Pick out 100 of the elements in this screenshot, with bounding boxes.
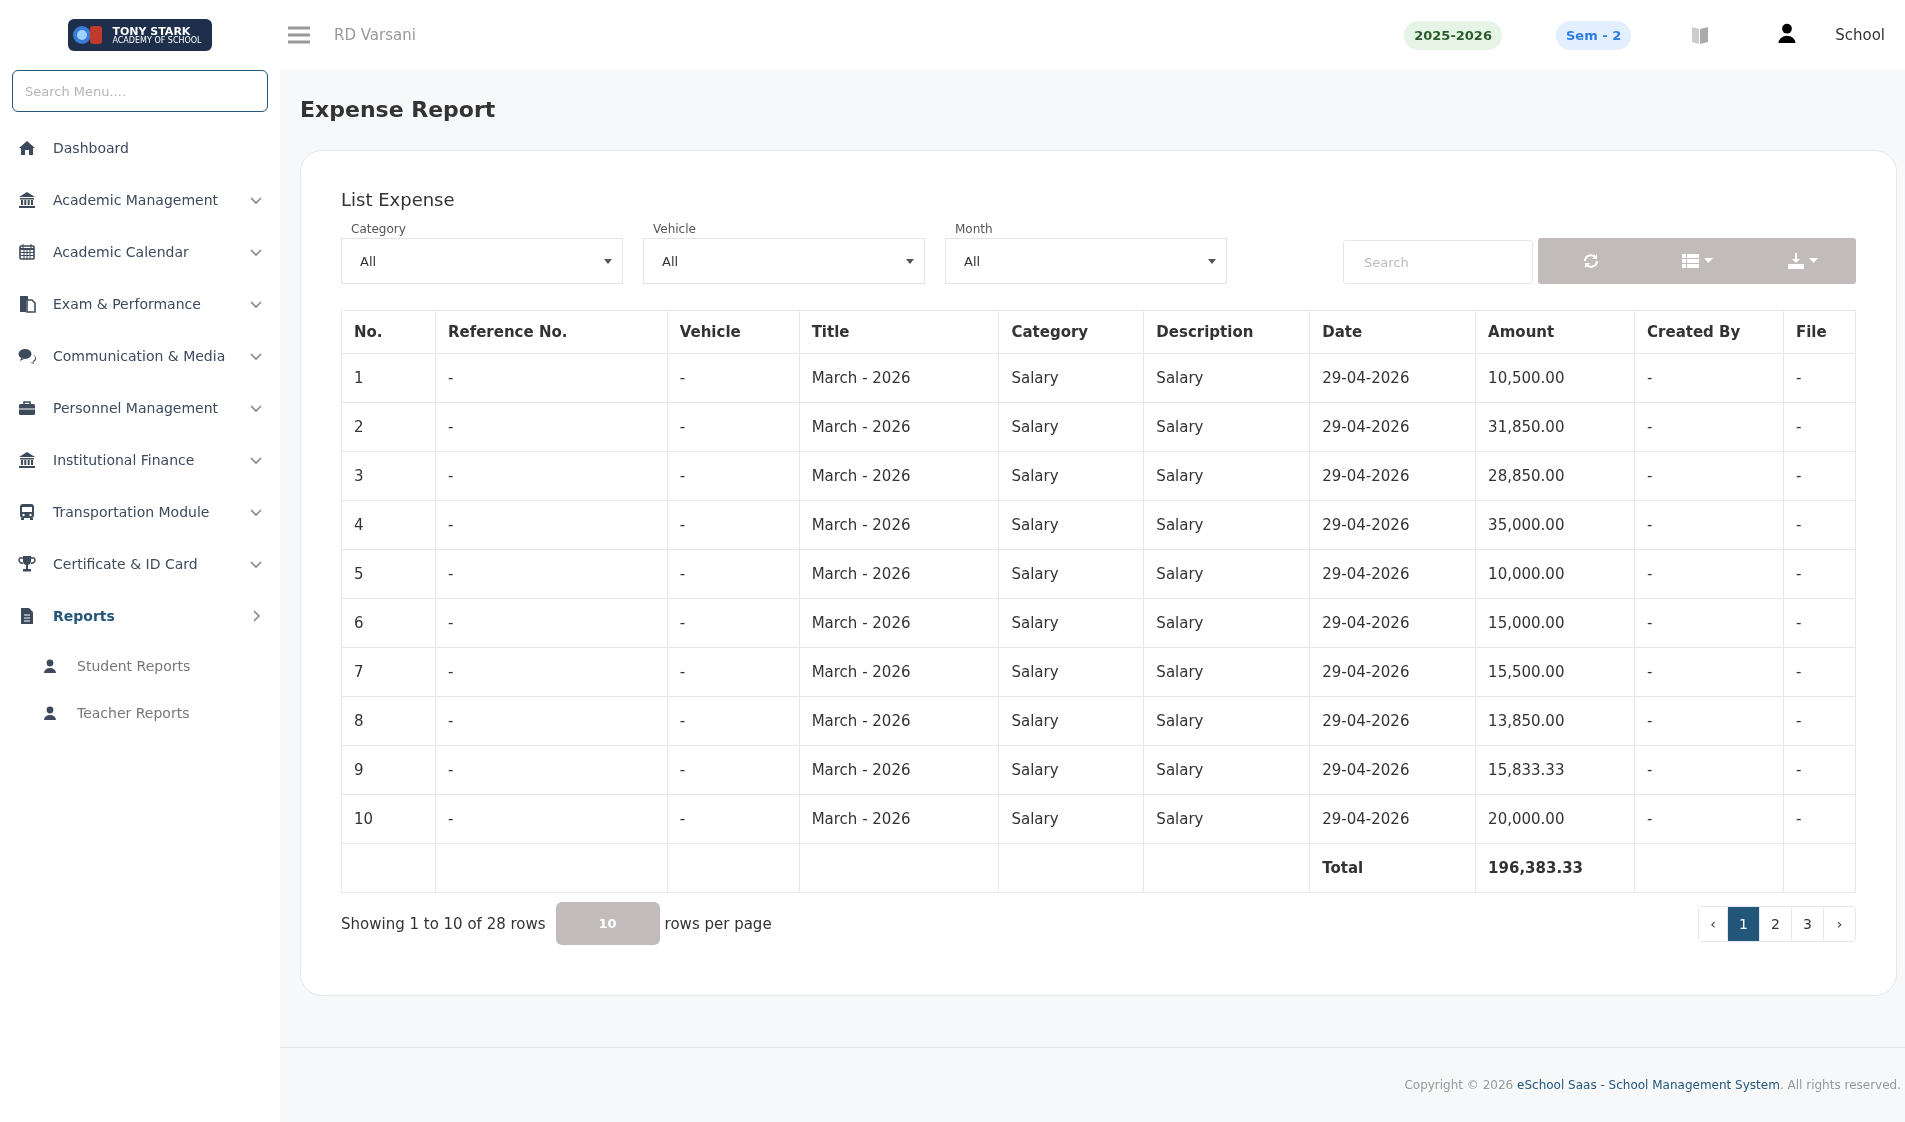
table-cell: Salary	[1143, 696, 1310, 746]
table-cell: 13,850.00	[1475, 696, 1635, 746]
table-cell: March - 2026	[799, 696, 999, 746]
table-cell: 10,500.00	[1475, 353, 1635, 403]
table-cell: 29-04-2026	[1309, 598, 1476, 648]
sidebar-item[interactable]: Transportation Module	[0, 486, 280, 538]
sidebar-item[interactable]: Academic Management	[0, 174, 280, 226]
table-cell: -	[435, 598, 668, 648]
table-cell: -	[1634, 353, 1784, 403]
table-cell: 20,000.00	[1475, 794, 1635, 844]
footer-link[interactable]: eSchool Saas - School Management System	[1517, 1078, 1780, 1092]
table-cell: -	[1783, 794, 1856, 844]
column-header[interactable]: Category	[998, 310, 1144, 354]
table-cell: Salary	[998, 794, 1144, 844]
column-header[interactable]: Title	[799, 310, 999, 354]
document-icon	[18, 607, 36, 625]
table-cell: -	[435, 794, 668, 844]
menu-icon[interactable]	[288, 26, 310, 44]
person-icon	[43, 705, 57, 720]
table-cell: 35,000.00	[1475, 500, 1635, 550]
table-cell: -	[435, 549, 668, 599]
bank-icon	[18, 451, 36, 469]
user-name[interactable]: School	[1835, 26, 1885, 44]
table-cell: Salary	[1143, 598, 1310, 648]
total-label: Total	[1309, 843, 1476, 893]
column-header[interactable]: Date	[1309, 310, 1476, 354]
home-icon	[18, 139, 36, 157]
chevron-icon	[250, 610, 262, 622]
column-header[interactable]: Reference No.	[435, 310, 668, 354]
table-cell: 8	[341, 696, 436, 746]
column-header[interactable]: Created By	[1634, 310, 1784, 354]
trophy-icon	[18, 555, 36, 573]
table-cell: -	[1634, 500, 1784, 550]
table-cell: -	[1783, 647, 1856, 697]
table-cell: 5	[341, 549, 436, 599]
sidebar-subitem[interactable]: Teacher Reports	[0, 689, 280, 736]
column-header[interactable]: Amount	[1475, 310, 1635, 354]
sidebar-item[interactable]: Academic Calendar	[0, 226, 280, 278]
table-cell: 10	[341, 794, 436, 844]
table-cell: -	[667, 696, 800, 746]
refresh-icon	[1583, 253, 1599, 269]
table-cell: -	[667, 745, 800, 795]
column-header[interactable]: File	[1783, 310, 1856, 354]
table-cell: -	[1783, 402, 1856, 452]
copyright-text: Copyright © 2026 eSchool Saas - School Management System. All rights reserved.	[1404, 1078, 1901, 1092]
table-cell: -	[667, 794, 800, 844]
table-cell: 3	[341, 451, 436, 501]
table-cell: 31,850.00	[1475, 402, 1635, 452]
table-cell: -	[667, 451, 800, 501]
column-header[interactable]: Description	[1143, 310, 1310, 354]
search-field[interactable]: Search	[1343, 240, 1533, 284]
school-name: RD Varsani	[334, 26, 417, 44]
caret-icon	[1703, 258, 1713, 264]
page-button[interactable]: 1	[1727, 906, 1759, 941]
next-page-button[interactable]: ›	[1823, 906, 1855, 941]
table-cell: -	[1634, 794, 1784, 844]
table-cell: 29-04-2026	[1309, 451, 1476, 501]
table-cell: 2	[341, 402, 436, 452]
chevron-icon	[250, 506, 262, 518]
table-cell: -	[1783, 549, 1856, 599]
page-title: Expense Report	[300, 96, 497, 122]
table-cell: March - 2026	[799, 745, 999, 795]
table-cell: -	[667, 647, 800, 697]
table-cell: 6	[341, 598, 436, 648]
table-cell: March - 2026	[799, 402, 999, 452]
table-cell: 15,833.33	[1475, 745, 1635, 795]
table-cell: March - 2026	[799, 647, 999, 697]
filter-dropdown[interactable]: All	[945, 238, 1227, 284]
person-icon	[43, 658, 57, 673]
sidebar-item[interactable]: Dashboard	[0, 122, 280, 174]
table-cell: -	[1783, 500, 1856, 550]
filter-dropdown[interactable]: All	[341, 238, 623, 284]
table-cell: -	[435, 500, 668, 550]
sidebar-item[interactable]: Institutional Finance	[0, 434, 280, 486]
table-cell: Salary	[1143, 794, 1310, 844]
table-cell: 1	[341, 353, 436, 403]
briefcase-icon	[18, 399, 36, 417]
column-header[interactable]: Vehicle	[667, 310, 800, 354]
table-cell: -	[435, 647, 668, 697]
table-cell: -	[667, 353, 800, 403]
sidebar-item[interactable]: Reports	[0, 590, 280, 642]
table-cell: Salary	[998, 745, 1144, 795]
table-cell: 28,850.00	[1475, 451, 1635, 501]
table-cell: 7	[341, 647, 436, 697]
column-header[interactable]: No.	[341, 310, 436, 354]
menu-search-field[interactable]: Search Menu....	[12, 70, 268, 112]
sidebar-subitem[interactable]: Student Reports	[0, 642, 280, 689]
table-cell: -	[1783, 745, 1856, 795]
table-cell: -	[1783, 353, 1856, 403]
filter-dropdown[interactable]: All	[643, 238, 925, 284]
sidebar-item[interactable]: Communication & Media	[0, 330, 280, 382]
sidebar-item[interactable]: Exam & Performance	[0, 278, 280, 330]
table-cell: Salary	[998, 353, 1144, 403]
sidebar-item[interactable]: Certificate & ID Card	[0, 538, 280, 590]
semester-badge[interactable]: Sem - 2	[1555, 20, 1632, 50]
chevron-icon	[250, 194, 262, 206]
session-badge[interactable]: 2025-2026	[1404, 20, 1502, 50]
table-cell: March - 2026	[799, 353, 999, 403]
sidebar-item[interactable]: Personnel Management	[0, 382, 280, 434]
table-cell: Salary	[1143, 549, 1310, 599]
